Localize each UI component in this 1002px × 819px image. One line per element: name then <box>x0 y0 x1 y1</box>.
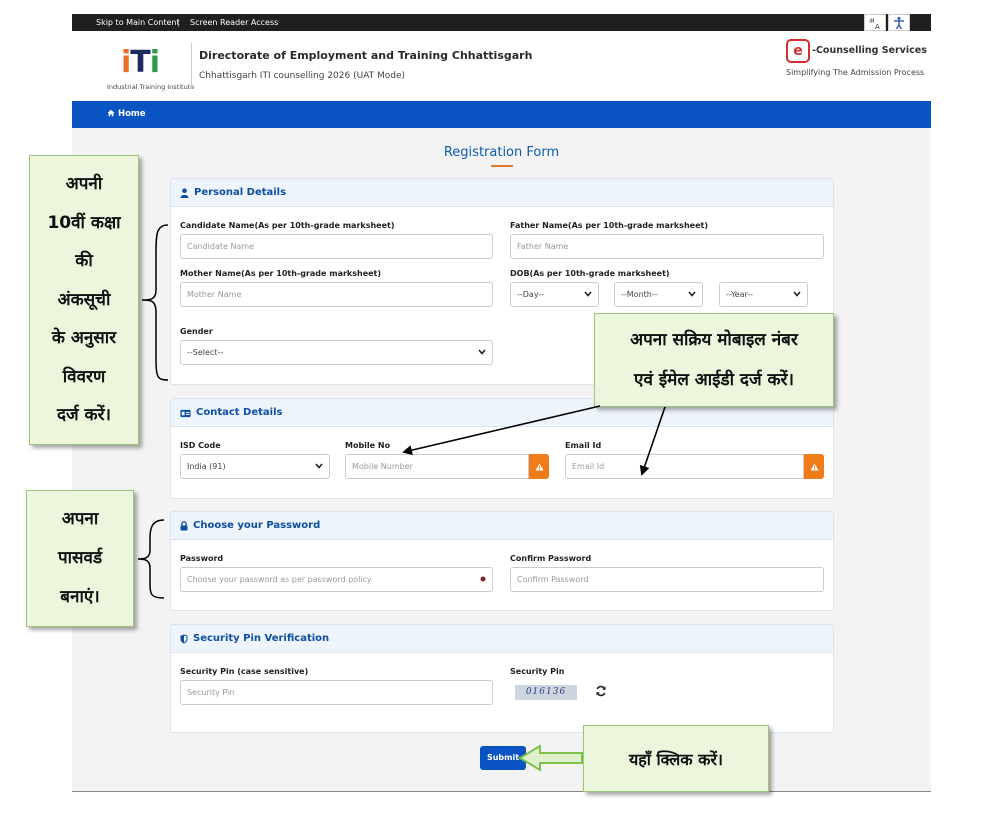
refresh-icon[interactable] <box>595 685 607 697</box>
gender-select[interactable]: --Select-- <box>180 340 493 365</box>
email-id-label: Email Id <box>565 441 602 450</box>
personal-details-header: Personal Details <box>171 179 833 207</box>
personal-details-heading: Personal Details <box>194 187 287 198</box>
topbar-separator: | <box>177 18 180 27</box>
chevron-down-icon <box>478 349 486 355</box>
callout-line: एवं ईमेल आईडी दर्ज करें। <box>634 370 794 390</box>
password-visibility-icon[interactable] <box>480 576 486 582</box>
screen-reader-access-link[interactable]: Screen Reader Access <box>190 14 278 31</box>
gender-value: --Select-- <box>187 348 224 357</box>
language-toggle-icon[interactable]: अ A <box>864 14 886 31</box>
dob-year-select[interactable]: --Year-- <box>719 282 808 307</box>
page-title: Directorate of Employment and Training C… <box>199 49 533 62</box>
callout-line: की <box>75 251 93 272</box>
skip-to-main-link[interactable]: Skip to Main Content <box>96 14 180 31</box>
mobile-warning-icon <box>529 454 549 479</box>
security-pin-input[interactable]: Security Pin <box>180 680 493 705</box>
top-utility-bar: Skip to Main Content | Screen Reader Acc… <box>72 14 931 31</box>
candidate-name-input[interactable]: Candidate Name <box>180 234 493 259</box>
registration-form-title: Registration Form <box>443 145 560 160</box>
iti-logo: iTi Industrial Training Institute <box>107 45 194 99</box>
submit-button[interactable]: Submit <box>480 746 526 770</box>
ecounselling-title: -Counselling Services <box>812 45 927 56</box>
dob-month-value: --Month-- <box>621 290 658 299</box>
isd-code-select[interactable]: India (91) <box>180 454 330 479</box>
home-icon <box>107 109 115 117</box>
chevron-down-icon <box>584 291 592 297</box>
lang-icon-glyph-latin: A <box>875 23 880 30</box>
dob-day-value: --Day-- <box>517 290 545 299</box>
password-panel: Choose your Password Password Choose you… <box>170 511 834 611</box>
id-card-icon <box>180 409 191 417</box>
shield-icon <box>180 634 188 644</box>
mobile-number-input[interactable]: Mobile Number <box>345 454 529 479</box>
chevron-down-icon <box>793 291 801 297</box>
nav-home-link[interactable]: Home <box>107 101 146 128</box>
lock-icon <box>180 521 188 531</box>
security-pin-heading: Security Pin Verification <box>193 633 330 644</box>
gender-label: Gender <box>180 327 213 336</box>
callout-line: अंकसूची <box>57 289 111 310</box>
password-heading: Choose your Password <box>193 520 321 531</box>
iti-logo-mark: iTi <box>121 45 160 80</box>
father-name-input[interactable]: Father Name <box>510 234 824 259</box>
father-name-label: Father Name(As per 10th-grade marksheet) <box>510 221 708 230</box>
contact-details-heading: Contact Details <box>196 407 283 418</box>
header-divider <box>191 43 192 89</box>
candidate-name-label: Candidate Name(As per 10th-grade markshe… <box>180 221 395 230</box>
password-header: Choose your Password <box>171 512 833 540</box>
mobile-no-label: Mobile No <box>345 441 391 450</box>
submit-callout: यहाँ क्लिक करें। <box>583 725 769 792</box>
iti-logo-caption: Industrial Training Institute <box>107 83 195 91</box>
accessibility-icon[interactable] <box>888 14 910 31</box>
password-label: Password <box>180 554 224 563</box>
nav-home-label: Home <box>117 109 146 119</box>
personal-details-callout: अपनी 10वीं कक्षा की अंकसूची के अनुसार वि… <box>29 155 139 445</box>
email-warning-icon <box>804 454 824 479</box>
chevron-down-icon <box>315 463 323 469</box>
dob-year-value: --Year-- <box>726 290 754 299</box>
confirm-password-label: Confirm Password <box>510 554 592 563</box>
callout-line: विवरण <box>62 366 106 387</box>
callout-line: दर्ज करें। <box>56 405 111 426</box>
mother-name-input[interactable]: Mother Name <box>180 282 493 307</box>
chevron-down-icon <box>688 291 696 297</box>
mother-name-label: Mother Name(As per 10th-grade marksheet) <box>180 269 382 278</box>
form-title-underline <box>491 165 513 167</box>
callout-line: 10वीं कक्षा <box>47 212 121 233</box>
callout-line: अपना सक्रिय मोबाइल नंबर <box>630 330 798 350</box>
captcha-image: 016136 <box>515 685 577 700</box>
security-pin-panel: Security Pin Verification Security Pin (… <box>170 624 834 733</box>
security-pin-header: Security Pin Verification <box>171 625 833 653</box>
user-icon <box>180 188 189 198</box>
ecounselling-mark: e <box>786 39 810 63</box>
page-subtitle: Chhattisgarh ITI counselling 2026 (UAT M… <box>199 71 406 81</box>
dob-label: DOB(As per 10th-grade marksheet) <box>510 269 670 278</box>
site-header: iTi Industrial Training Institute Direct… <box>72 31 931 101</box>
main-navbar: Home <box>72 101 931 128</box>
ecounselling-logo: e -Counselling Services Simplifying The … <box>786 39 927 89</box>
password-input[interactable]: Choose your password as per password pol… <box>180 567 493 592</box>
dob-month-select[interactable]: --Month-- <box>614 282 703 307</box>
password-callout: अपना पासवर्ड बनाएं। <box>26 490 134 627</box>
confirm-password-input[interactable]: Confirm Password <box>510 567 824 592</box>
callout-line: के अनुसार <box>51 328 117 349</box>
isd-code-label: ISD Code <box>180 441 221 450</box>
ecounselling-tagline: Simplifying The Admission Process <box>786 68 925 77</box>
email-id-input[interactable]: Email Id <box>565 454 804 479</box>
captcha-label: Security Pin <box>510 667 565 676</box>
contact-details-panel: Contact Details ISD Code India (91) Mobi… <box>170 398 834 499</box>
callout-line: बनाएं। <box>60 587 100 607</box>
dob-day-select[interactable]: --Day-- <box>510 282 599 307</box>
callout-line: अपना <box>61 509 99 529</box>
isd-code-value: India (91) <box>187 462 226 471</box>
contact-callout: अपना सक्रिय मोबाइल नंबर एवं ईमेल आईडी दर… <box>594 313 834 407</box>
callout-line: पासवर्ड <box>57 548 103 568</box>
callout-line: अपनी <box>65 174 103 195</box>
security-pin-input-label: Security Pin (case sensitive) <box>180 667 309 676</box>
